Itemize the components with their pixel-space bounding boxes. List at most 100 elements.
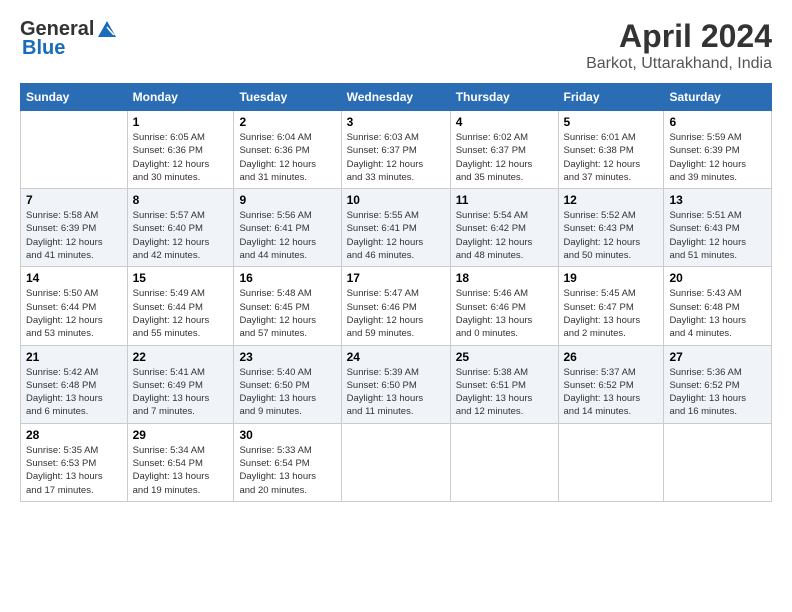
day-info: Sunrise: 5:51 AMSunset: 6:43 PMDaylight:…	[669, 209, 766, 262]
calendar-cell: 5 Sunrise: 6:01 AMSunset: 6:38 PMDaylight…	[558, 111, 664, 189]
day-number: 26	[564, 350, 659, 364]
col-friday: Friday	[558, 84, 664, 111]
calendar-location: Barkot, Uttarakhand, India	[586, 55, 772, 73]
header: General Blue April 2024 Barkot, Uttarakh…	[20, 18, 772, 73]
calendar-cell: 18Sunrise: 5:46 AMSunset: 6:46 PMDayligh…	[450, 267, 558, 345]
calendar-table: Sunday Monday Tuesday Wednesday Thursday…	[20, 83, 772, 502]
day-info: Sunrise: 5:34 AMSunset: 6:54 PMDaylight:…	[133, 444, 229, 497]
day-number: 17	[347, 271, 445, 285]
day-number: 11	[456, 193, 553, 207]
day-number: 2	[239, 115, 335, 129]
day-number: 5	[564, 115, 659, 129]
day-number: 6	[669, 115, 766, 129]
day-number: 15	[133, 271, 229, 285]
title-block: April 2024 Barkot, Uttarakhand, India	[586, 18, 772, 73]
day-number: 24	[347, 350, 445, 364]
col-thursday: Thursday	[450, 84, 558, 111]
calendar-cell: 23Sunrise: 5:40 AMSunset: 6:50 PMDayligh…	[234, 345, 341, 423]
day-info: Sunrise: 5:55 AMSunset: 6:41 PMDaylight:…	[347, 209, 445, 262]
day-number: 10	[347, 193, 445, 207]
calendar-cell: 13 Sunrise: 5:51 AMSunset: 6:43 PMDayligh…	[664, 189, 772, 267]
calendar-cell: 15 Sunrise: 5:49 AMSunset: 6:44 PMDayligh…	[127, 267, 234, 345]
day-info: Sunrise: 6:02 AMSunset: 6:37 PMDaylight:…	[456, 131, 553, 184]
calendar-cell: 11 Sunrise: 5:54 AMSunset: 6:42 PMDayligh…	[450, 189, 558, 267]
day-info: Sunrise: 6:05 AMSunset: 6:36 PMDaylight:…	[133, 131, 229, 184]
day-number: 28	[26, 428, 122, 442]
day-info: Sunrise: 5:59 AMSunset: 6:39 PMDaylight:…	[669, 131, 766, 184]
calendar-header-row: Sunday Monday Tuesday Wednesday Thursday…	[21, 84, 772, 111]
calendar-cell: 22 Sunrise: 5:41 AMSunset: 6:49 PMDayligh…	[127, 345, 234, 423]
day-info: Sunrise: 5:50 AMSunset: 6:44 PMDaylight:…	[26, 287, 122, 340]
day-info: Sunrise: 5:56 AMSunset: 6:41 PMDaylight:…	[239, 209, 335, 262]
day-info: Sunrise: 5:36 AMSunset: 6:52 PMDaylight:…	[669, 366, 766, 419]
calendar-cell: 17 Sunrise: 5:47 AMSunset: 6:46 PMDayligh…	[341, 267, 450, 345]
calendar-cell: 2 Sunrise: 6:04 AMSunset: 6:36 PMDaylight…	[234, 111, 341, 189]
calendar-cell: 6 Sunrise: 5:59 AMSunset: 6:39 PMDaylight…	[664, 111, 772, 189]
day-info: Sunrise: 5:43 AMSunset: 6:48 PMDaylight:…	[669, 287, 766, 340]
day-number: 3	[347, 115, 445, 129]
calendar-week-4: 21 Sunrise: 5:42 AMSunset: 6:48 PMDayligh…	[21, 345, 772, 423]
day-info: Sunrise: 5:47 AMSunset: 6:46 PMDaylight:…	[347, 287, 445, 340]
calendar-cell	[21, 111, 128, 189]
calendar-cell: 29 Sunrise: 5:34 AMSunset: 6:54 PMDayligh…	[127, 423, 234, 501]
day-info: Sunrise: 5:49 AMSunset: 6:44 PMDaylight:…	[133, 287, 229, 340]
calendar-cell: 26 Sunrise: 5:37 AMSunset: 6:52 PMDayligh…	[558, 345, 664, 423]
col-tuesday: Tuesday	[234, 84, 341, 111]
day-info: Sunrise: 5:54 AMSunset: 6:42 PMDaylight:…	[456, 209, 553, 262]
calendar-cell: 7Sunrise: 5:58 AMSunset: 6:39 PMDaylight…	[21, 189, 128, 267]
calendar-cell: 9 Sunrise: 5:56 AMSunset: 6:41 PMDaylight…	[234, 189, 341, 267]
logo: General Blue	[20, 18, 118, 60]
day-info: Sunrise: 5:42 AMSunset: 6:48 PMDaylight:…	[26, 366, 122, 419]
calendar-week-5: 28Sunrise: 5:35 AMSunset: 6:53 PMDayligh…	[21, 423, 772, 501]
calendar-cell: 1 Sunrise: 6:05 AMSunset: 6:36 PMDaylight…	[127, 111, 234, 189]
day-info: Sunrise: 5:38 AMSunset: 6:51 PMDaylight:…	[456, 366, 553, 419]
day-number: 16	[239, 271, 335, 285]
calendar-cell: 16 Sunrise: 5:48 AMSunset: 6:45 PMDayligh…	[234, 267, 341, 345]
calendar-cell: 3 Sunrise: 6:03 AMSunset: 6:37 PMDaylight…	[341, 111, 450, 189]
col-monday: Monday	[127, 84, 234, 111]
calendar-cell: 27 Sunrise: 5:36 AMSunset: 6:52 PMDayligh…	[664, 345, 772, 423]
calendar-cell: 8Sunrise: 5:57 AMSunset: 6:40 PMDaylight…	[127, 189, 234, 267]
day-info: Sunrise: 5:41 AMSunset: 6:49 PMDaylight:…	[133, 366, 229, 419]
day-number: 7	[26, 193, 122, 207]
day-info: Sunrise: 6:04 AMSunset: 6:36 PMDaylight:…	[239, 131, 335, 184]
calendar-week-3: 14 Sunrise: 5:50 AMSunset: 6:44 PMDayligh…	[21, 267, 772, 345]
page-container: General Blue April 2024 Barkot, Uttarakh…	[0, 0, 792, 512]
day-info: Sunrise: 6:03 AMSunset: 6:37 PMDaylight:…	[347, 131, 445, 184]
calendar-cell: 21 Sunrise: 5:42 AMSunset: 6:48 PMDayligh…	[21, 345, 128, 423]
day-number: 9	[239, 193, 335, 207]
day-number: 8	[133, 193, 229, 207]
calendar-week-2: 7Sunrise: 5:58 AMSunset: 6:39 PMDaylight…	[21, 189, 772, 267]
day-number: 18	[456, 271, 553, 285]
day-info: Sunrise: 5:37 AMSunset: 6:52 PMDaylight:…	[564, 366, 659, 419]
calendar-cell	[664, 423, 772, 501]
day-number: 27	[669, 350, 766, 364]
day-info: Sunrise: 5:52 AMSunset: 6:43 PMDaylight:…	[564, 209, 659, 262]
day-info: Sunrise: 5:39 AMSunset: 6:50 PMDaylight:…	[347, 366, 445, 419]
day-number: 14	[26, 271, 122, 285]
day-number: 29	[133, 428, 229, 442]
calendar-cell: 25Sunrise: 5:38 AMSunset: 6:51 PMDayligh…	[450, 345, 558, 423]
calendar-cell	[450, 423, 558, 501]
calendar-cell: 30Sunrise: 5:33 AMSunset: 6:54 PMDayligh…	[234, 423, 341, 501]
calendar-cell: 14 Sunrise: 5:50 AMSunset: 6:44 PMDayligh…	[21, 267, 128, 345]
calendar-cell: 28Sunrise: 5:35 AMSunset: 6:53 PMDayligh…	[21, 423, 128, 501]
day-number: 22	[133, 350, 229, 364]
day-info: Sunrise: 5:40 AMSunset: 6:50 PMDaylight:…	[239, 366, 335, 419]
day-info: Sunrise: 6:01 AMSunset: 6:38 PMDaylight:…	[564, 131, 659, 184]
day-info: Sunrise: 5:48 AMSunset: 6:45 PMDaylight:…	[239, 287, 335, 340]
logo-blue-text: Blue	[22, 37, 65, 60]
calendar-cell: 19 Sunrise: 5:45 AMSunset: 6:47 PMDayligh…	[558, 267, 664, 345]
calendar-week-1: 1 Sunrise: 6:05 AMSunset: 6:36 PMDaylight…	[21, 111, 772, 189]
day-number: 13	[669, 193, 766, 207]
day-info: Sunrise: 5:45 AMSunset: 6:47 PMDaylight:…	[564, 287, 659, 340]
logo-icon	[96, 19, 118, 41]
day-number: 4	[456, 115, 553, 129]
day-number: 19	[564, 271, 659, 285]
calendar-cell: 4 Sunrise: 6:02 AMSunset: 6:37 PMDaylight…	[450, 111, 558, 189]
day-number: 1	[133, 115, 229, 129]
calendar-cell: 24 Sunrise: 5:39 AMSunset: 6:50 PMDayligh…	[341, 345, 450, 423]
day-number: 21	[26, 350, 122, 364]
day-info: Sunrise: 5:33 AMSunset: 6:54 PMDaylight:…	[239, 444, 335, 497]
calendar-title: April 2024	[586, 18, 772, 55]
